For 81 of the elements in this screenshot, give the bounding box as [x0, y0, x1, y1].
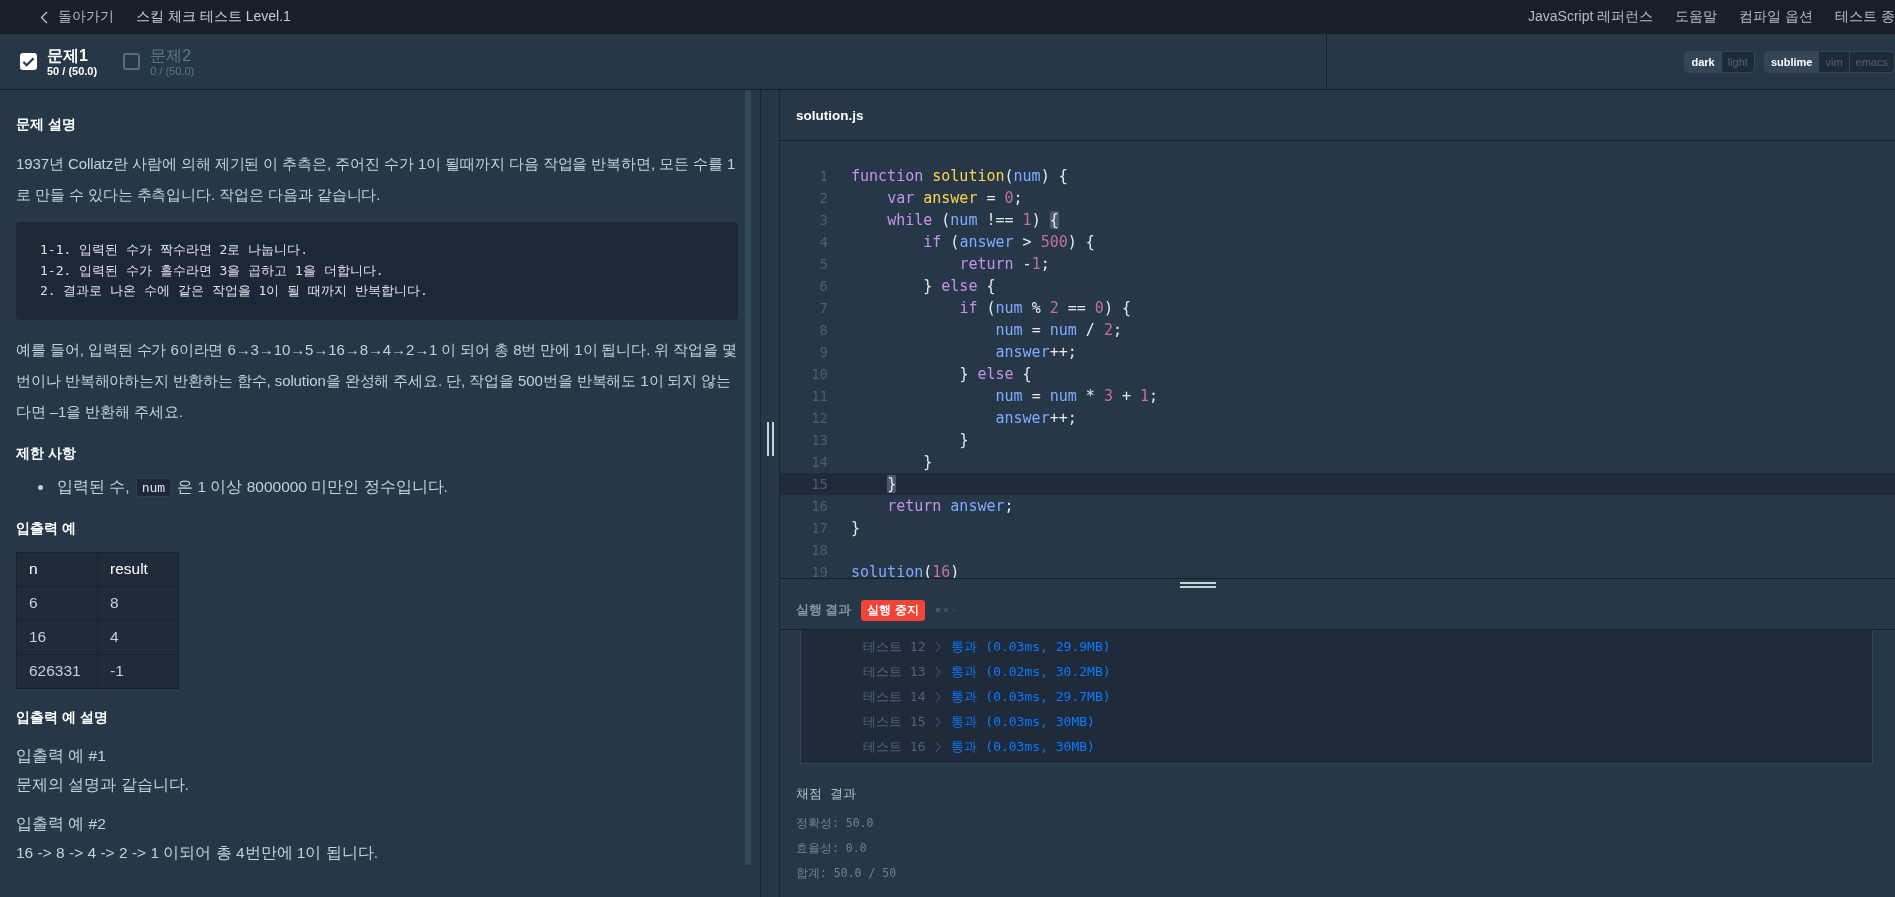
theme-option[interactable]: dark — [1685, 51, 1721, 72]
paragraph: 예를 들어, 입력된 수가 6이라면 6→3→10→5→16→8→4→2→1 이 되어 총 8번 만에 1이 됩니다. 위 작업을 몇 번이나 반복해야하는지 반환하는 함수, solution을 완성해 주세요. 단, 작업을 500번을 반복해도 1이 되지 않는다면 –1을 반환해 주세요. — [16, 339, 738, 422]
menu-link[interactable]: 도움말 — [1675, 8, 1718, 26]
test-label: 테스트 15 — [863, 712, 926, 731]
example-text: 16 -> 8 -> 4 -> 2 -> 1 이되어 총 4번만에 1이 됩니다. — [16, 842, 380, 863]
code-line: var answer = 0; — [886, 189, 1023, 207]
test-label: 테스트 12 — [863, 637, 926, 656]
code-line: answer++; — [994, 409, 1077, 427]
menu-link[interactable]: 컴파일 옵션 — [1739, 8, 1814, 26]
code-line: } else { — [958, 365, 1032, 383]
code-line: return -1; — [958, 255, 1050, 273]
example-title: 입출력 예 #2 — [16, 813, 107, 834]
code-line: num = num * 3 + 1; — [994, 387, 1159, 405]
code-line: if (answer > 500) { — [922, 233, 1095, 251]
grade-line: 합계: 50.0 / 50 — [796, 865, 898, 882]
section-heading: 문제 설명 — [16, 116, 77, 134]
test-label: 테스트 14 — [863, 687, 926, 706]
code-line: return answer; — [886, 497, 1014, 515]
test-result: 통과 (0.03ms, 29.7MB) — [951, 687, 1111, 706]
chevron-right-icon — [935, 740, 942, 753]
resize-handle[interactable] — [1179, 582, 1216, 588]
code-line: num = num / 2; — [994, 321, 1122, 339]
test-result: 통과 (0.03ms, 30MB) — [951, 737, 1095, 756]
problem-label: 문제2 — [150, 46, 193, 65]
grade-line: 정확성: 50.0 — [796, 815, 875, 832]
column-header: result — [97, 552, 179, 586]
problem-score: 50 / (50.0) — [47, 65, 98, 77]
section-heading: 입출력 예 설명 — [16, 708, 109, 727]
code-line: if (num % 2 == 0) { — [958, 299, 1131, 317]
chevron-left-icon — [40, 10, 48, 24]
item-text: 은 1 이상 8000000 미만인 정수입니다. — [177, 476, 448, 497]
test-result: 통과 (0.03ms, 29.9MB) — [951, 637, 1111, 656]
code-line: function solution(num) { — [851, 167, 1068, 185]
section-heading: 입출력 예 — [16, 519, 77, 538]
table-cell: 626331 — [16, 654, 98, 688]
problem-score: 0 / (50.0) — [150, 65, 195, 77]
code-line: } — [851, 519, 861, 537]
chevron-right-icon — [935, 715, 942, 728]
problem-tab[interactable]: 문제1 50 / (50.0) — [18, 42, 100, 81]
section-heading: 제한 사항 — [16, 444, 77, 463]
code-line: } — [922, 453, 933, 471]
test-result: 통과 (0.03ms, 30MB) — [951, 712, 1095, 731]
item-text: 입력된 수, — [57, 476, 130, 497]
resize-handle[interactable] — [766, 421, 774, 456]
panel-title: 실행 결과 — [796, 601, 852, 619]
grade-line: 효율성: 0.0 — [796, 840, 868, 857]
table-cell: -1 — [97, 654, 179, 688]
keymap-option[interactable]: sublime — [1764, 51, 1819, 72]
test-result: 통과 (0.02ms, 30.2MB) — [951, 662, 1111, 681]
test-label: 테스트 13 — [863, 662, 926, 681]
chevron-right-icon — [935, 640, 942, 653]
menu-link[interactable]: JavaScript 레퍼런스 — [1527, 8, 1654, 26]
code-line: answer++; — [994, 343, 1077, 361]
problem-label: 문제1 — [47, 46, 89, 65]
test-title: 스킬 체크 테스트 Level.1 — [136, 8, 291, 26]
code-line: 2. 결과로 나온 수에 같은 작업을 1이 될 때까지 반복합니다. — [40, 282, 429, 300]
code-line: } else { — [922, 277, 996, 295]
menu-link[interactable]: 테스트 종 — [1835, 8, 1895, 26]
file-name: solution.js — [796, 107, 864, 123]
scrollbar[interactable] — [745, 90, 751, 865]
table-cell: 16 — [16, 620, 98, 654]
inline-code: num — [135, 477, 172, 497]
example-text: 문제의 설명과 같습니다. — [16, 774, 190, 795]
example-title: 입출력 예 #1 — [16, 745, 107, 766]
test-label: 테스트 16 — [863, 737, 926, 756]
code-line: } — [958, 431, 969, 449]
table-cell: 4 — [97, 620, 179, 654]
column-header: n — [16, 552, 98, 586]
table-cell: 8 — [97, 586, 179, 620]
chevron-right-icon — [935, 690, 942, 703]
chevron-right-icon — [935, 665, 942, 678]
back-link[interactable]: 돌아가기 — [40, 8, 114, 26]
table-cell: 6 — [16, 586, 98, 620]
stop-button[interactable]: 실행 중지 — [861, 599, 925, 621]
code-line: while (num !== 1) { — [886, 211, 1059, 229]
code-line: 1-2. 입력된 수가 홀수라면 3을 곱하고 1을 더합니다. — [40, 261, 385, 280]
grade-title: 채점 결과 — [796, 786, 857, 803]
paragraph: 1937년 Collatz란 사람에 의해 제기된 이 추측은, 주어진 수가 1이 될때까지 다음 작업을 반복하면, 모든 수를 1로 만들 수 있다는 추측입니다. 작업은 다음과 같습니다. — [16, 154, 737, 205]
checkbox[interactable] — [123, 53, 141, 70]
bullet-icon — [38, 484, 43, 490]
code-line: 1-1. 입력된 수가 짝수라면 2로 나눕니다. — [40, 241, 310, 259]
